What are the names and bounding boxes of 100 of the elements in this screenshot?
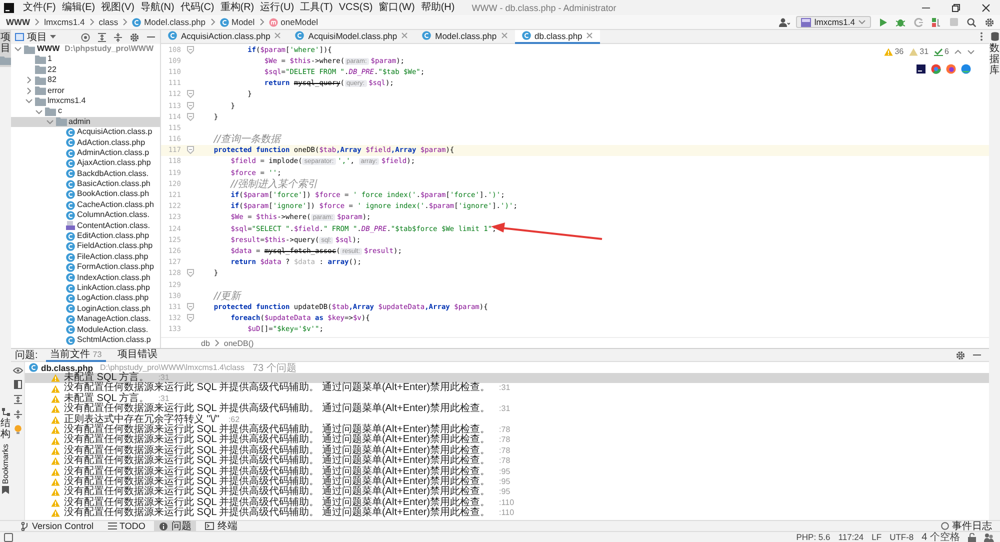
status-item[interactable]: 4 个空格 <box>922 530 960 542</box>
tool-window-button[interactable]: 终端 <box>200 521 242 531</box>
expand-all-icon[interactable] <box>14 395 22 404</box>
chevron-right-icon[interactable] <box>26 86 32 95</box>
tree-item[interactable]: 1 <box>11 54 160 65</box>
run-config-dropdown[interactable]: lmxcms1.4 <box>796 16 871 28</box>
status-item[interactable]: LF <box>872 532 882 542</box>
fold-icon[interactable] <box>186 90 194 98</box>
tree-item[interactable]: SchtmlAction.class.p <box>11 334 160 346</box>
chevron-up-icon[interactable] <box>954 48 962 54</box>
bug-icon[interactable] <box>896 18 905 26</box>
tree-item[interactable]: FileAction.class.php <box>11 252 160 262</box>
layout-icon[interactable] <box>14 380 22 389</box>
fold-icon[interactable] <box>186 46 194 54</box>
editor-tab[interactable]: AcquisiAction.class.php <box>161 30 288 44</box>
tree-item[interactable]: BackdbAction.class. <box>11 168 160 180</box>
file-node[interactable]: db.class.php D:\phpstudy_pro\WWW\lmxcms1.4\class 73 个问题 <box>25 362 989 373</box>
problem-item[interactable]: 正则表达式中存在冗余字符转义 "\/" :62 <box>25 414 989 425</box>
tool-window-button[interactable]: 问题 <box>154 521 196 531</box>
tree-item[interactable]: FormAction.class.php <box>11 262 160 273</box>
fold-icon[interactable] <box>186 269 194 278</box>
collapse-all-icon[interactable] <box>14 410 22 419</box>
menu-item[interactable]: 窗口(W) <box>376 1 418 14</box>
inspection-counter[interactable]: 6 <box>934 47 949 56</box>
menu-item[interactable]: 重构(R) <box>217 1 258 14</box>
breadcrumb-item[interactable]: oneModel <box>268 17 318 27</box>
more-icon[interactable] <box>980 32 983 41</box>
menu-item[interactable]: 运行(U) <box>257 1 298 14</box>
square-icon[interactable] <box>4 532 13 542</box>
editor-tab[interactable]: AcquisiModel.class.php <box>288 30 416 44</box>
menu-item[interactable]: 编辑(E) <box>58 1 98 14</box>
menu-item[interactable]: 帮助(H) <box>418 1 458 14</box>
tool-window-tab[interactable]: 项目 <box>0 30 11 67</box>
tree-item[interactable]: WWW D:\phpstudy_pro\WWW <box>11 44 160 54</box>
problem-item[interactable]: 没有配置任何数据源来运行此 SQL 并提供高级代码辅助。 通过问题菜单(Alt+Enter)禁用此检查。 :78 <box>25 435 989 446</box>
problem-item[interactable]: 没有配置任何数据源来运行此 SQL 并提供高级代码辅助。 通过问题菜单(Alt+Enter)禁用此检查。 :31 <box>25 404 989 415</box>
problem-item[interactable]: 没有配置任何数据源来运行此 SQL 并提供高级代码辅助。 通过问题菜单(Alt+Enter)禁用此检查。 :95 <box>25 487 989 498</box>
status-item[interactable]: PHP: 5.6 <box>796 532 830 542</box>
problem-item[interactable]: 没有配置任何数据源来运行此 SQL 并提供高级代码辅助。 通过问题菜单(Alt+Enter)禁用此检查。 :110 <box>25 508 989 518</box>
tree-item[interactable]: BookAction.class.ph <box>11 189 160 200</box>
fold-icon[interactable] <box>186 146 194 154</box>
bulb-icon[interactable] <box>14 425 22 434</box>
menu-item[interactable]: 工具(T) <box>297 1 336 14</box>
tree-item[interactable]: LinkAction.class.php <box>11 282 160 294</box>
tree-item[interactable]: ContentAction.class. <box>11 220 160 232</box>
eye-icon[interactable] <box>12 367 22 374</box>
status-item[interactable]: UTF-8 <box>890 532 914 542</box>
user-icon[interactable] <box>779 18 790 26</box>
fold-icon[interactable] <box>186 102 194 110</box>
tree-item[interactable]: AdAction.class.php <box>11 138 160 148</box>
chevron-down-icon[interactable] <box>35 108 43 115</box>
tree-item[interactable]: ManageAction.class. <box>11 314 160 325</box>
chevron-down-icon[interactable] <box>14 46 22 52</box>
settings-icon[interactable] <box>956 350 965 360</box>
tree-item[interactable]: FieldAction.class.php <box>11 241 160 252</box>
tool-window-button[interactable]: TODO <box>102 521 150 531</box>
people-icon[interactable] <box>984 532 994 542</box>
breadcrumb-item[interactable]: Model <box>220 17 255 27</box>
menu-item[interactable]: 代码(C) <box>177 1 218 14</box>
tree-item[interactable]: EditAction.class.php <box>11 231 160 242</box>
tree-item[interactable]: IndexAction.class.ph <box>11 272 160 283</box>
settings-icon[interactable] <box>130 32 139 42</box>
chevron-down-icon[interactable] <box>46 118 54 125</box>
browser-icon[interactable] <box>916 64 926 74</box>
fold-icon[interactable] <box>186 302 194 311</box>
breadcrumb-item[interactable]: db <box>201 338 210 348</box>
tree-item[interactable]: AdminAction.class.p <box>11 148 160 158</box>
target-icon[interactable] <box>81 32 90 42</box>
editor-tab[interactable]: db.class.php <box>514 30 600 44</box>
close-icon[interactable] <box>982 4 990 12</box>
problems-tab[interactable]: 项目错误 <box>114 348 162 362</box>
menu-item[interactable]: 导航(N) <box>137 1 178 14</box>
breadcrumb-item[interactable]: oneDB() <box>224 338 254 348</box>
fold-icon[interactable] <box>186 314 194 322</box>
status-item[interactable]: 117:24 <box>838 532 864 542</box>
tool-window-tab[interactable]: 结构 <box>0 406 11 442</box>
menu-item[interactable]: 视图(V) <box>98 1 138 14</box>
tree-item[interactable]: ColumnAction.class. <box>11 210 160 221</box>
breadcrumb-item[interactable]: lmxcms1.4 <box>44 17 85 27</box>
tree-item[interactable]: error <box>11 86 160 96</box>
tree-item[interactable]: 82 <box>11 75 160 86</box>
event-log-button[interactable]: 事件日志 <box>941 519 992 533</box>
tree-item[interactable]: lmxcms1.4 <box>11 96 160 106</box>
tree-item[interactable]: BasicAction.class.ph <box>11 179 160 190</box>
run-coverage-icon[interactable] <box>914 18 923 26</box>
tree-item[interactable]: c <box>11 106 160 117</box>
tree-item[interactable]: AcquisiAction.class.p <box>11 127 160 138</box>
collapse-all-icon[interactable] <box>114 32 122 42</box>
menu-item[interactable]: 文件(F) <box>20 1 59 14</box>
chevron-down-icon[interactable] <box>967 48 975 54</box>
breadcrumb-item[interactable]: Model.class.php <box>132 17 206 27</box>
inspection-counter[interactable]: 31 <box>908 47 929 56</box>
chevron-down-icon[interactable] <box>24 98 32 104</box>
restore-icon[interactable] <box>952 4 960 12</box>
tree-item[interactable]: LoginAction.class.ph <box>11 304 160 314</box>
problem-item[interactable]: 没有配置任何数据源来运行此 SQL 并提供高级代码辅助。 通过问题菜单(Alt+Enter)禁用此检查。 :78 <box>25 456 989 467</box>
play-icon[interactable] <box>879 18 887 26</box>
fold-icon[interactable] <box>186 112 194 121</box>
problem-item[interactable]: 没有配置任何数据源来运行此 SQL 并提供高级代码辅助。 通过问题菜单(Alt+Enter)禁用此检查。 :31 <box>25 383 989 394</box>
settings-icon[interactable] <box>985 18 994 26</box>
